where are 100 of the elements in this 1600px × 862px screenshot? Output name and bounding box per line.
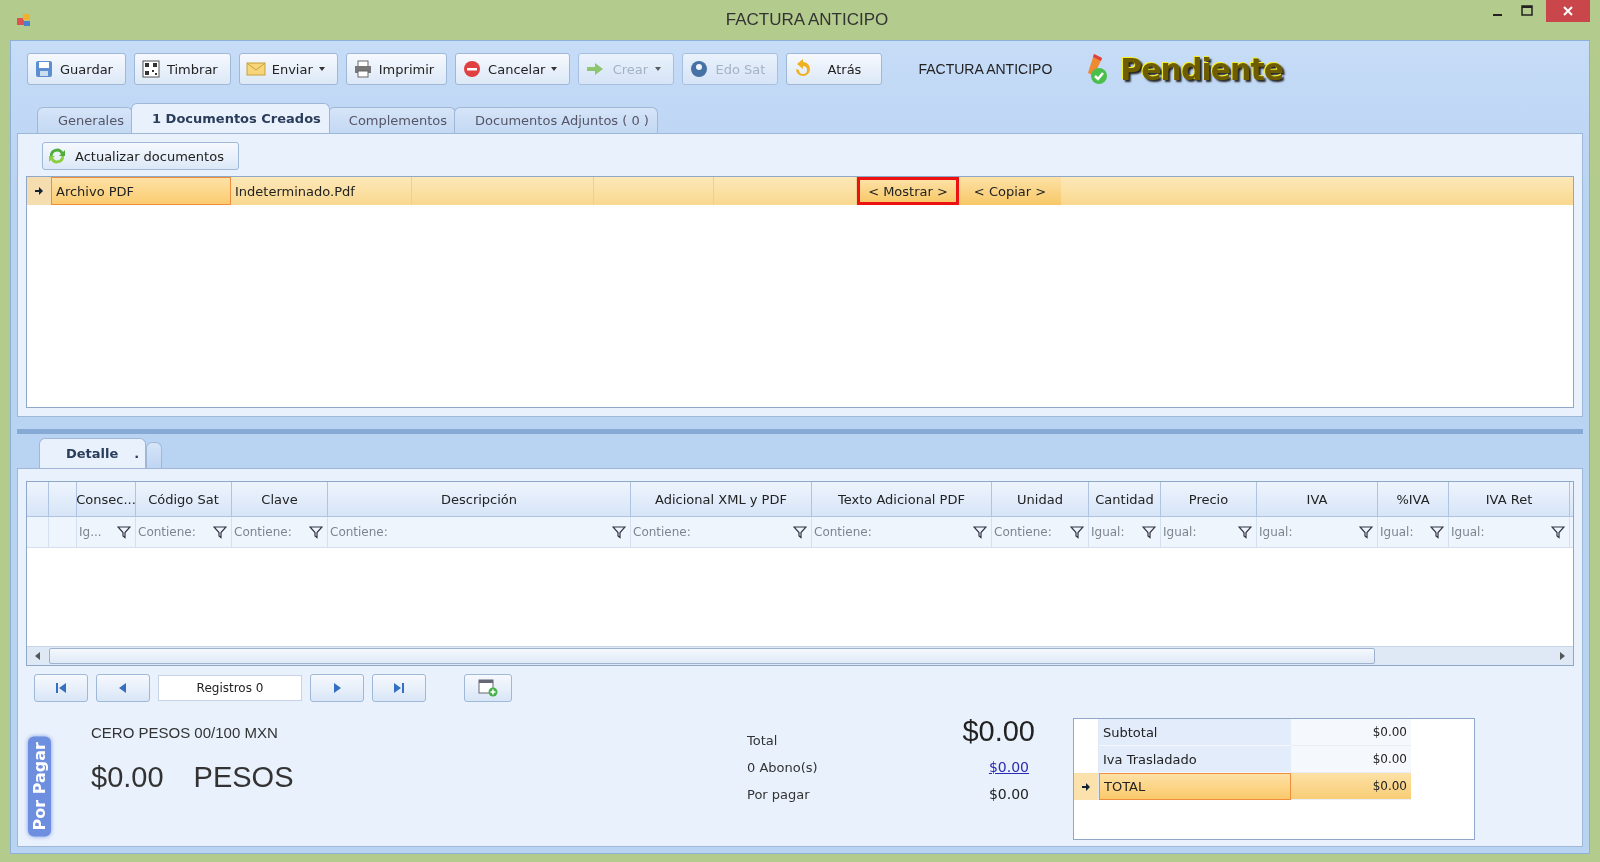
filter-icon[interactable] bbox=[1359, 525, 1373, 539]
column-header[interactable]: IVA Ret bbox=[1449, 482, 1570, 516]
tab[interactable]: Detalle . bbox=[39, 438, 147, 468]
column-header[interactable]: Clave bbox=[232, 482, 328, 516]
filter-icon[interactable] bbox=[1142, 525, 1156, 539]
filter-field[interactable]: Contiene: bbox=[633, 525, 691, 539]
tab[interactable]: Documentos Adjuntos ( 0 ) bbox=[454, 107, 658, 133]
status-label: Pendiente bbox=[1120, 51, 1284, 87]
table-cell: TOTAL bbox=[1099, 773, 1291, 800]
calendar-add-icon bbox=[478, 679, 498, 697]
window-title: FACTURA ANTICIPO bbox=[724, 10, 890, 30]
filter-field[interactable]: Contiene: bbox=[994, 525, 1052, 539]
last-icon bbox=[392, 681, 406, 695]
tab[interactable]: 1 Documentos Creados bbox=[131, 103, 330, 133]
filter-icon[interactable] bbox=[309, 525, 323, 539]
printer-icon bbox=[352, 59, 373, 79]
caret-icon bbox=[318, 67, 325, 71]
filter-icon[interactable] bbox=[1070, 525, 1084, 539]
filter-icon[interactable] bbox=[1430, 525, 1444, 539]
amount-in-words: CERO PESOS 00/100 MXN bbox=[91, 724, 279, 741]
caret-icon bbox=[655, 67, 662, 71]
link-button[interactable]: < Mostrar > bbox=[857, 177, 959, 205]
table-cell: $0.00 bbox=[1291, 773, 1411, 800]
toolbar-button[interactable]: Atrás bbox=[786, 53, 883, 85]
add-record-button[interactable] bbox=[464, 674, 512, 702]
previous-record-button[interactable] bbox=[96, 674, 150, 702]
filter-icon[interactable] bbox=[1551, 525, 1565, 539]
table-cell: Archivo PDF bbox=[51, 177, 231, 205]
records-field: Registros 0 bbox=[158, 675, 302, 701]
filter-field[interactable]: Igual: bbox=[1091, 525, 1125, 539]
refresh-icon bbox=[47, 147, 67, 165]
tab[interactable]: Complementos bbox=[327, 107, 457, 133]
column-header[interactable]: Cantidad bbox=[1089, 482, 1161, 516]
maximize-icon bbox=[1521, 5, 1533, 17]
next-record-button[interactable] bbox=[310, 674, 364, 702]
filter-icon[interactable] bbox=[793, 525, 807, 539]
app-icon bbox=[16, 13, 32, 27]
filter-field[interactable]: Ig... bbox=[79, 525, 102, 539]
summary-label: Por pagar bbox=[747, 787, 810, 802]
filter-field[interactable]: Contiene: bbox=[138, 525, 196, 539]
link-button[interactable]: < Copiar > bbox=[959, 177, 1061, 205]
filter-field[interactable]: Contiene: bbox=[330, 525, 388, 539]
column-header[interactable]: Código Sat bbox=[136, 482, 232, 516]
row-pointer-icon bbox=[1082, 781, 1090, 792]
toolbar-button[interactable]: Enviar bbox=[238, 53, 338, 85]
toolbar-button[interactable]: Imprimir bbox=[345, 53, 448, 85]
table-cell: $0.00 bbox=[1291, 746, 1411, 773]
filter-field[interactable]: Igual: bbox=[1380, 525, 1414, 539]
column-header[interactable]: Precio bbox=[1161, 482, 1257, 516]
filter-icon[interactable] bbox=[1238, 525, 1252, 539]
first-icon bbox=[54, 681, 68, 695]
close-icon bbox=[1562, 5, 1574, 17]
summary-value: $0.00 bbox=[962, 715, 1035, 748]
summary-value: $0.00 bbox=[988, 786, 1029, 802]
document-type-label: FACTURA ANTICIPO bbox=[918, 61, 1053, 77]
tab[interactable]: Generales bbox=[37, 107, 133, 133]
totals-row[interactable]: TOTAL $0.00 bbox=[1074, 773, 1474, 800]
column-header[interactable]: Adicional XML y PDF bbox=[631, 482, 812, 516]
toolbar-button[interactable]: Timbrar bbox=[133, 53, 231, 85]
row-pointer-icon bbox=[35, 186, 43, 196]
payments-link[interactable]: $0.00 bbox=[988, 759, 1029, 775]
envelope-icon bbox=[245, 59, 266, 79]
filter-field[interactable]: Igual: bbox=[1259, 525, 1293, 539]
summary-label: Total bbox=[747, 733, 778, 748]
column-header[interactable]: Unidad bbox=[992, 482, 1089, 516]
toolbar-button[interactable]: Cancelar bbox=[455, 53, 571, 85]
filter-field[interactable]: Contiene: bbox=[814, 525, 872, 539]
caret-icon bbox=[551, 67, 558, 71]
document-row[interactable]: Archivo PDF Indeterminado.Pdf < Mostrar > < Copiar > bbox=[27, 177, 1573, 205]
table-cell: $0.00 bbox=[1291, 719, 1411, 746]
filter-field[interactable]: Igual: bbox=[1163, 525, 1197, 539]
qr-code-icon bbox=[140, 59, 161, 79]
totals-row[interactable]: Subtotal $0.00 bbox=[1074, 719, 1474, 746]
minimize-icon bbox=[1492, 14, 1502, 16]
filter-field[interactable]: Igual: bbox=[1451, 525, 1485, 539]
column-header[interactable]: IVA bbox=[1257, 482, 1378, 516]
filter-icon[interactable] bbox=[973, 525, 987, 539]
column-header[interactable]: Descripción bbox=[328, 482, 631, 516]
column-header[interactable]: Texto Adicional PDF bbox=[812, 482, 992, 516]
cancel-icon bbox=[462, 59, 483, 79]
close-button[interactable] bbox=[1546, 0, 1590, 22]
summary-label: 0 Abono(s) bbox=[747, 760, 818, 775]
filter-field[interactable]: Contiene: bbox=[234, 525, 292, 539]
last-record-button[interactable] bbox=[372, 674, 426, 702]
filter-icon[interactable] bbox=[612, 525, 626, 539]
totals-row[interactable]: Iva Trasladado $0.00 bbox=[1074, 746, 1474, 773]
filter-icon[interactable] bbox=[117, 525, 131, 539]
tab-mark: . bbox=[134, 446, 140, 461]
horizontal-scrollbar[interactable] bbox=[27, 646, 1573, 665]
column-header[interactable]: Consec... bbox=[77, 482, 136, 516]
toolbar-button[interactable]: Guardar bbox=[27, 53, 126, 85]
save-icon bbox=[34, 59, 54, 79]
refresh-button[interactable]: Actualizar documentos bbox=[42, 142, 239, 170]
first-record-button[interactable] bbox=[34, 674, 88, 702]
amount-text: $0.00 bbox=[91, 761, 164, 794]
filter-icon[interactable] bbox=[213, 525, 227, 539]
table-cell: Iva Trasladado bbox=[1099, 746, 1291, 773]
column-header[interactable]: %IVA bbox=[1378, 482, 1449, 516]
currency-text: PESOS bbox=[193, 761, 294, 794]
table-cell: Subtotal bbox=[1099, 719, 1291, 746]
